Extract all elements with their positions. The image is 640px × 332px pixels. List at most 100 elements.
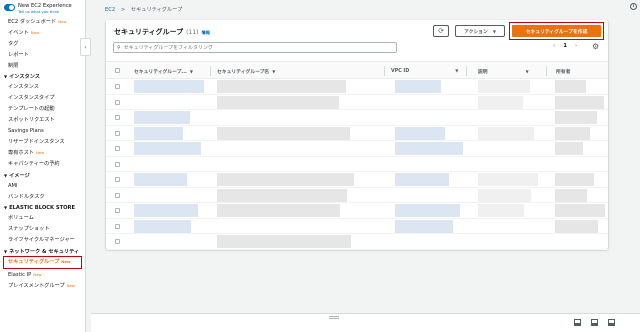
column-header-vpc-id[interactable]: VPC ID ▼ [391,68,458,74]
create-security-group-button[interactable]: セキュリティグループを作成 [512,25,601,37]
actions-dropdown[interactable]: アクション ▼ [455,25,505,37]
table-row[interactable] [106,95,608,110]
sidebar-item[interactable]: Savings Plans [0,126,85,137]
row-checkbox[interactable] [115,99,120,105]
sidebar-item[interactable]: スナップショット [0,224,85,235]
row-checkbox[interactable] [115,146,120,151]
row-checkbox[interactable] [115,239,120,244]
sidebar-section-header[interactable]: ▼ イメージ [0,170,85,181]
table-row[interactable] [106,219,608,234]
new-badge: New [58,18,67,24]
table-cell-redacted [555,80,586,93]
table-cell-redacted [555,204,605,217]
sidebar-section-header[interactable]: ▼ ネットワーク & セキュリティ [0,246,85,257]
sidebar-item-label: リザーブドインスタンス [8,139,65,145]
table-row[interactable] [106,234,608,250]
sidebar-item-label: キャパシティーの予約 [8,161,60,167]
drag-handle[interactable] [329,316,339,319]
sidebar-item-label: タグ [8,40,19,47]
sidebar-item[interactable]: スポットリクエスト [0,115,85,126]
new-experience-toggle[interactable] [4,4,15,11]
info-link[interactable]: 情報 [202,30,210,35]
split-full-icon[interactable] [608,319,615,326]
sidebar-item[interactable]: バンドルタスク [0,191,85,202]
breadcrumb-separator: > [120,7,126,13]
row-checkbox[interactable] [115,161,120,167]
sidebar-item[interactable]: キャパシティーの予約 [0,159,85,170]
collapse-sidebar-button[interactable]: ‹ [80,38,91,56]
column-header-sg-name[interactable]: セキュリティグループ名 ▼ [217,68,275,75]
sidebar-item-label: プレイスメントグループ [8,282,65,289]
column-label: VPC ID [391,68,410,74]
table-row[interactable] [106,203,608,219]
sidebar-item-security-groups[interactable]: セキュリティグループ New [3,256,82,269]
sidebar-item[interactable]: AMI [0,180,85,191]
table-row[interactable] [106,172,608,188]
sidebar-item-label: 制限 [8,62,19,69]
row-checkbox[interactable] [115,84,120,89]
sidebar-item[interactable]: テンプレートの起動 [0,104,85,115]
new-badge: New [30,29,40,35]
refresh-button[interactable]: ⟳ [433,25,449,37]
column-label: セキュリティグループ... [134,69,187,75]
table-cell-redacted [555,173,594,186]
sidebar-item[interactable]: 専有ホスト New [0,148,85,159]
table-cell-redacted [555,219,598,233]
table-row[interactable] [106,157,608,172]
sidebar-item[interactable]: インスタンス [0,82,85,93]
table-row[interactable] [106,141,608,157]
split-bottom-icon[interactable] [574,319,581,326]
sidebar-item[interactable]: 制限 [0,60,85,71]
table-row[interactable] [106,110,608,126]
row-checkbox[interactable] [115,192,120,198]
row-checkbox[interactable] [115,208,120,213]
sidebar-item[interactable]: リザーブドインスタンス [0,137,85,148]
select-all-checkbox[interactable] [115,68,120,73]
sidebar-item[interactable]: ライフサイクルマネージャー [0,235,85,246]
sidebar-item-label: Savings Plans [8,128,44,134]
settings-gear-icon[interactable]: ⚙ [592,42,599,51]
page-number[interactable]: 1 [563,43,567,49]
row-checkbox[interactable] [115,115,120,120]
column-label: 説明 [478,69,488,75]
split-side-icon[interactable] [591,319,598,326]
table-header: セキュリティグループ... ▼ セキュリティグループ名 ▼ VPC ID ▼ 説明 ▼ … [106,61,608,79]
security-groups-panel: セキュリティグループ (11) 情報 ⟳ アクション ▼ セキュリティグループを作成 … [106,20,608,250]
sidebar-item[interactable]: EC2 ダッシュボード New [0,16,85,27]
chevron-right-icon[interactable]: › [575,43,577,49]
column-header-sg-id[interactable]: セキュリティグループ... ▼ [134,68,193,75]
sidebar-item[interactable]: Elastic IP New [0,269,85,280]
sidebar-section-header[interactable]: ▼ インスタンス [0,71,85,82]
chevron-left-icon[interactable]: ‹ [553,43,555,49]
table-cell-redacted [555,126,590,140]
new-experience-toggle-row[interactable]: New EC2 Experience Tell us what you thin… [0,0,85,16]
new-badge: New [33,271,42,277]
pagination: ‹ 1 › [549,43,581,49]
row-checkbox[interactable] [115,223,120,229]
table-cell-redacted [478,173,538,186]
breadcrumb-ec2[interactable]: EC2 [105,7,115,13]
sidebar-item[interactable]: レポート [0,49,85,60]
new-badge: New [61,259,71,264]
column-header-description[interactable]: 説明 ▼ [478,68,529,75]
sidebar-item[interactable]: タグ [0,38,85,49]
row-checkbox[interactable] [115,177,120,182]
feedback-link[interactable]: Tell us what you think [18,9,72,14]
table-row[interactable] [106,188,608,203]
sidebar-item[interactable]: ボリューム [0,213,85,224]
sidebar-item[interactable]: イベント New [0,27,85,38]
column-header-owner[interactable]: 所有者 [556,68,570,75]
row-checkbox[interactable] [115,130,120,136]
table-cell-redacted [217,173,354,186]
table-cell-redacted [134,219,191,233]
table-row[interactable] [106,126,608,141]
info-icon[interactable]: i [630,3,637,10]
search-box[interactable]: ⚲ [113,42,397,53]
sidebar-item-label: スナップショット [8,226,50,232]
sidebar-item[interactable]: プレイスメントグループ New [0,280,85,291]
sidebar-section-header[interactable]: ▼ ELASTIC BLOCK STORE [0,202,85,213]
sidebar-item[interactable]: インスタンスタイプ [0,93,85,104]
search-input[interactable] [123,44,384,51]
table-cell-redacted [134,126,183,140]
table-row[interactable] [106,79,608,95]
